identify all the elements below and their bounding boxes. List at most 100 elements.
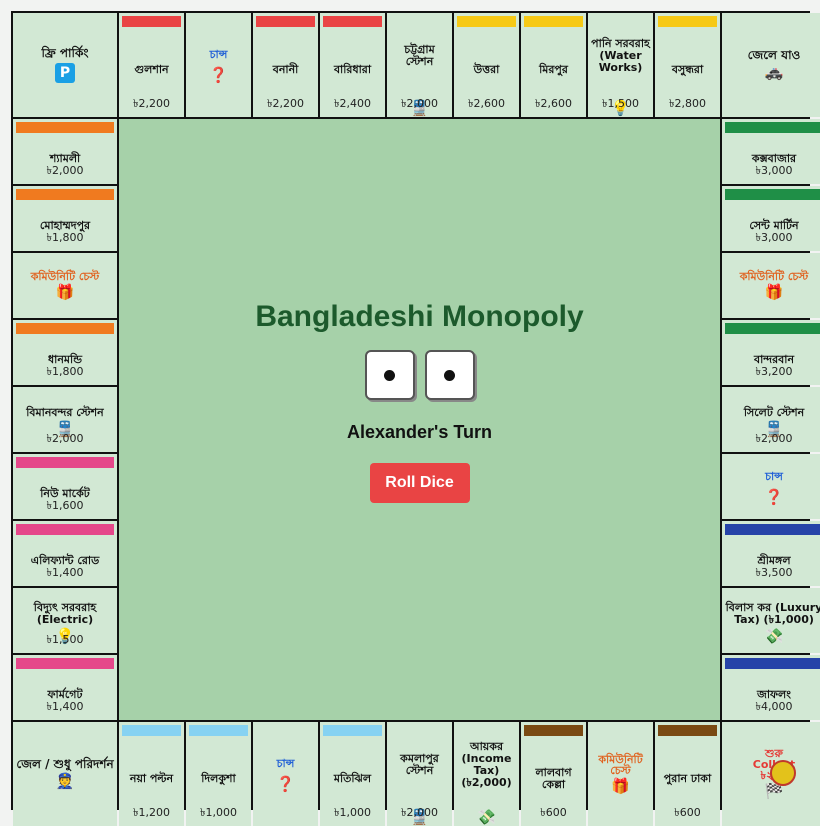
bottom-square-property[interactable]: মতিঝিল ৳1,000	[320, 722, 385, 826]
square-name: চান্স	[276, 757, 295, 770]
roll-dice-button[interactable]: Roll Dice	[369, 463, 470, 503]
square-name: আয়কর (Income Tax) (৳2,000)	[461, 739, 512, 789]
left-square-property[interactable]: মোহাম্মদপুর ৳1,800	[13, 186, 117, 251]
right-square-chance[interactable]: চান্স ❓	[722, 454, 820, 519]
square-price: ৳600	[674, 806, 701, 819]
square-price: ৳1,800	[46, 231, 84, 244]
square-price: ৳2,400	[334, 97, 371, 110]
right-square-station[interactable]: সিলেট স্টেশন 🚆 ৳2,000	[722, 387, 820, 452]
square-price: ৳3,000	[755, 164, 793, 177]
parking-icon: P	[55, 63, 75, 83]
top-square-utility[interactable]: পানি সরবরাহ (Water Works) 💡 ৳1,500	[588, 13, 653, 117]
square-name: মিরপুর	[539, 63, 568, 76]
dice-row	[364, 350, 475, 400]
square-name: পুরান ঢাকা	[663, 772, 712, 785]
right-square-property[interactable]: শ্রীমঙ্গল ৳3,500	[722, 521, 820, 586]
color-band	[725, 189, 820, 200]
left-square-property[interactable]: ফার্মগেট ৳1,400	[13, 655, 117, 720]
square-price: ৳1,800	[46, 365, 84, 378]
color-band	[122, 16, 181, 27]
top-square-station[interactable]: চট্টগ্রাম স্টেশন 🚆 ৳2,000	[387, 13, 452, 117]
free-parking-label: ফ্রি পার্কিং	[41, 46, 89, 60]
money-icon: 💸	[477, 808, 496, 826]
question-mark-icon: ❓	[276, 775, 295, 793]
square-price: ৳2,000	[46, 164, 84, 177]
square-name: কমিউনিটি চেস্ট	[598, 752, 643, 777]
color-band	[524, 16, 583, 27]
left-square-property[interactable]: ধানমন্ডি ৳1,800	[13, 320, 117, 385]
right-square-tax[interactable]: বিলাস কর (Luxury Tax) (৳1,000) 💸	[722, 588, 820, 653]
gift-icon: 🎁	[611, 776, 630, 795]
corner-go[interactable]: শুরু Collect ৳২০০ 🏁	[722, 722, 820, 826]
left-square-chest[interactable]: কমিউনিটি চেস্ট 🎁	[13, 253, 117, 318]
bottom-square-tax[interactable]: আয়কর (Income Tax) (৳2,000) 💸	[454, 722, 519, 826]
left-square-station[interactable]: বিমানবন্দর স্টেশন 🚆 ৳2,000	[13, 387, 117, 452]
top-square-property[interactable]: বসুন্ধরা ৳2,800	[655, 13, 720, 117]
square-price: ৳1,600	[46, 499, 84, 512]
square-price: ৳2,600	[468, 97, 505, 110]
square-price: ৳2,800	[669, 97, 706, 110]
square-name: নয়া পল্টন	[129, 772, 174, 785]
corner-go-to-jail[interactable]: জেলে যাও 🚓	[722, 13, 820, 117]
police-officer-icon: 👮	[55, 772, 75, 790]
jail-label: জেল / শুধু পরিদর্শন	[16, 757, 114, 771]
top-square-property[interactable]: উত্তরা ৳2,600	[454, 13, 519, 117]
right-square-property[interactable]: বান্দরবান ৳3,200	[722, 320, 820, 385]
color-band	[16, 189, 114, 200]
square-name: বনানী	[272, 63, 299, 76]
left-square-utility[interactable]: বিদ্যুৎ সরবরাহ (Electric) 💡 ৳1,500	[13, 588, 117, 653]
square-price: ৳2,000	[401, 806, 438, 819]
right-square-property[interactable]: সেন্ট মার্টিন ৳3,000	[722, 186, 820, 251]
square-name: চান্স	[765, 469, 783, 483]
go-to-jail-label: জেলে যাও	[747, 48, 801, 62]
bottom-square-property[interactable]: দিলকুশা ৳1,000	[186, 722, 251, 826]
color-band	[16, 122, 114, 133]
color-band	[16, 524, 114, 535]
square-name: গুলশান	[134, 63, 169, 76]
corner-jail[interactable]: জেল / শুধু পরিদর্শন 👮	[13, 722, 117, 826]
color-band	[16, 323, 114, 334]
corner-free-parking[interactable]: ফ্রি পার্কিং P	[13, 13, 117, 117]
left-square-property[interactable]: এলিফ্যান্ট রোড ৳1,400	[13, 521, 117, 586]
bottom-square-chest[interactable]: কমিউনিটি চেস্ট 🎁	[588, 722, 653, 826]
bottom-square-property[interactable]: লালবাগ কেল্লা ৳600	[521, 722, 586, 826]
gift-icon: 🎁	[55, 282, 75, 301]
game-title: Bangladeshi Monopoly	[255, 300, 584, 333]
top-square-property[interactable]: গুলশান ৳2,200	[119, 13, 184, 117]
gift-icon: 🎁	[764, 282, 784, 301]
right-square-chest[interactable]: কমিউনিটি চেস্ট 🎁	[722, 253, 820, 318]
square-name: চান্স	[209, 48, 228, 61]
bottom-square-chance[interactable]: চান্স ❓	[253, 722, 318, 826]
square-price: ৳2,600	[535, 97, 572, 110]
top-square-chance[interactable]: চান্স ❓	[186, 13, 251, 117]
square-price: ৳2,200	[133, 97, 170, 110]
top-square-property[interactable]: মিরপুর ৳2,600	[521, 13, 586, 117]
square-price: ৳4,000	[755, 700, 793, 713]
die-2	[424, 350, 475, 400]
color-band	[725, 122, 820, 133]
square-name: বারিধারা	[333, 63, 372, 76]
bottom-square-property[interactable]: পুরান ঢাকা ৳600	[655, 722, 720, 826]
top-square-property[interactable]: বারিধারা ৳2,400	[320, 13, 385, 117]
square-price: ৳1,400	[46, 700, 84, 713]
bottom-square-station[interactable]: কমলাপুর স্টেশন 🚆 ৳2,000	[387, 722, 452, 826]
square-name: উত্তরা	[473, 63, 500, 76]
right-square-property[interactable]: কক্সবাজার ৳3,000	[722, 119, 820, 184]
color-band	[725, 323, 820, 334]
player-token[interactable]	[770, 760, 796, 786]
top-square-property[interactable]: বনানী ৳2,200	[253, 13, 318, 117]
square-price: ৳3,000	[755, 231, 793, 244]
color-band	[16, 658, 114, 669]
die-pip	[444, 369, 455, 381]
square-price: ৳3,200	[755, 365, 793, 378]
square-price: ৳3,500	[755, 566, 793, 579]
right-square-property[interactable]: জাফলং ৳4,000	[722, 655, 820, 720]
square-price: ৳1,500	[46, 633, 84, 646]
left-square-property[interactable]: নিউ মার্কেট ৳1,600	[13, 454, 117, 519]
left-square-property[interactable]: শ্যামলী ৳2,000	[13, 119, 117, 184]
bottom-square-property[interactable]: নয়া পল্টন ৳1,200	[119, 722, 184, 826]
square-name: চট্টগ্রাম স্টেশন	[404, 42, 435, 68]
square-name: লালবাগ কেল্লা	[535, 766, 572, 791]
square-name: কমিউনিটি চেস্ট	[739, 269, 809, 283]
color-band	[725, 524, 820, 535]
